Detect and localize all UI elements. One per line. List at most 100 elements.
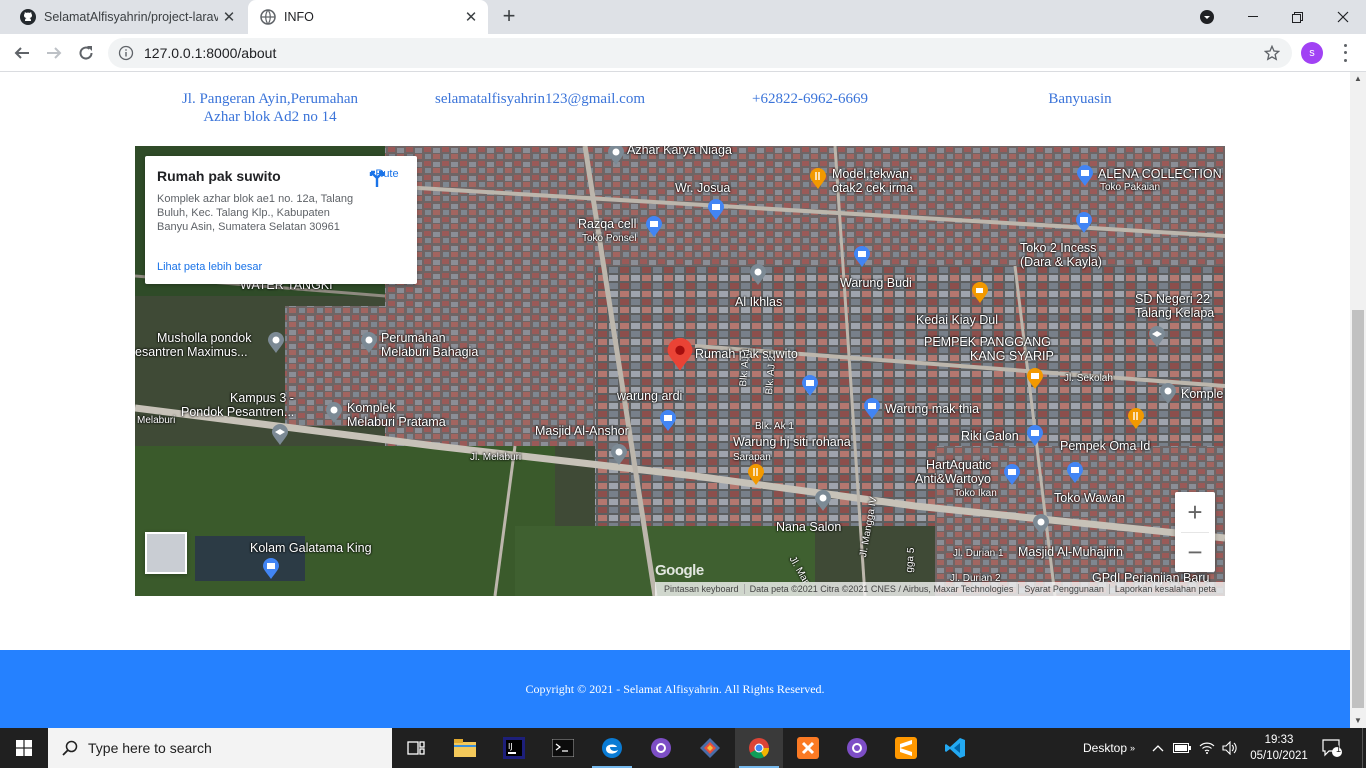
terms-link[interactable]: Syarat Penggunaan <box>1018 584 1109 594</box>
toolbar-chevron-icon[interactable]: » <box>1130 728 1135 768</box>
map-pin-icon[interactable] <box>360 332 378 354</box>
page-scrollbar[interactable]: ▲ ▼ <box>1350 72 1366 728</box>
shopping-pin-icon[interactable] <box>863 398 881 420</box>
shopping-pin-icon[interactable] <box>801 375 819 397</box>
map-label[interactable]: SD Negeri 22 <box>1135 293 1210 306</box>
restaurant-pin-icon[interactable] <box>1127 408 1145 430</box>
shopping-pin-icon[interactable] <box>853 246 871 268</box>
edge-icon[interactable] <box>588 728 636 768</box>
address-bar[interactable]: 127.0.0.1:8000/about <box>108 38 1292 68</box>
map-label[interactable]: Perumahan <box>381 332 446 345</box>
map-label[interactable]: Wr. Josua <box>675 182 730 195</box>
desktop-toolbar-label[interactable]: Desktop <box>1083 728 1127 768</box>
map-label[interactable]: Azhar Karya Niaga <box>627 146 732 157</box>
map-label[interactable]: Toko Wawan <box>1054 492 1125 505</box>
map-label[interactable]: HartAquatic <box>926 459 991 472</box>
shopping-pin-icon[interactable] <box>1066 462 1084 484</box>
network-icon[interactable] <box>1199 728 1215 768</box>
shopping-pin-icon[interactable] <box>645 216 663 238</box>
github-desktop-icon[interactable] <box>637 728 685 768</box>
task-view-icon[interactable] <box>392 728 440 768</box>
map-pin-icon[interactable] <box>1159 383 1177 405</box>
map-label[interactable]: Kedai Kiay Dul <box>916 314 998 327</box>
mosque-pin-icon[interactable] <box>610 444 628 466</box>
map-label[interactable]: ALENA COLLECTION <box>1098 168 1222 181</box>
file-explorer-icon[interactable] <box>441 728 489 768</box>
map-label[interactable]: Komplek <box>347 402 396 415</box>
mosque-pin-icon[interactable] <box>749 264 767 286</box>
profile-avatar[interactable]: s <box>1301 42 1323 64</box>
map-layer-toggle[interactable] <box>145 532 187 574</box>
shopping-pin-icon[interactable] <box>262 558 280 580</box>
sourcetree-icon[interactable] <box>686 728 734 768</box>
map-label[interactable]: Warung Budi <box>840 277 912 290</box>
tab-github[interactable]: SelamatAlfisyahrin/project-larave ✕ <box>8 0 246 34</box>
info-icon[interactable] <box>118 45 134 61</box>
contact-phone[interactable]: +62822-6962-6669 <box>720 90 900 108</box>
close-window-button[interactable] <box>1320 0 1366 34</box>
map-label[interactable]: Al Ikhlas <box>735 296 782 309</box>
map-pin-icon[interactable] <box>814 490 832 512</box>
close-tab-icon[interactable]: ✕ <box>218 6 240 28</box>
taskbar-search[interactable]: Type here to search <box>48 728 392 768</box>
school-pin-icon[interactable] <box>1148 326 1166 348</box>
map-label[interactable]: Musholla pondok <box>157 332 252 345</box>
notification-center-icon[interactable]: 1 <box>1322 728 1342 768</box>
shopping-pin-icon[interactable] <box>659 410 677 432</box>
show-desktop-button[interactable] <box>1362 728 1366 768</box>
vscode-icon[interactable] <box>931 728 979 768</box>
shopping-pin-icon[interactable] <box>1026 368 1044 390</box>
mosque-pin-icon[interactable] <box>267 332 285 354</box>
terminal-icon[interactable] <box>539 728 587 768</box>
minimize-button[interactable] <box>1230 0 1276 34</box>
start-button[interactable] <box>0 728 48 768</box>
battery-icon[interactable] <box>1173 728 1191 768</box>
view-larger-map-link[interactable]: Lihat peta lebih besar <box>157 261 262 273</box>
map-label[interactable]: Komple <box>1181 388 1223 401</box>
map-label[interactable]: Masjid Al-Muhajirin <box>1018 546 1123 559</box>
bookmark-star-icon[interactable] <box>1264 45 1280 61</box>
restaurant-pin-icon[interactable] <box>747 464 765 486</box>
scroll-down-icon[interactable]: ▼ <box>1350 714 1366 728</box>
map-label[interactable]: Kolam Galatama King <box>250 542 372 555</box>
map-label[interactable]: Model,tekwan, <box>832 168 913 181</box>
scrollbar-thumb[interactable] <box>1352 310 1364 708</box>
shopping-pin-icon[interactable] <box>1076 165 1094 187</box>
selected-location-pin-icon[interactable] <box>666 337 694 373</box>
show-hidden-icons-icon[interactable] <box>1152 728 1164 768</box>
tab-info[interactable]: INFO ✕ <box>248 0 488 34</box>
map-label[interactable]: otak2 cek irma <box>832 182 913 195</box>
map-pin-icon[interactable] <box>325 402 343 424</box>
new-tab-button[interactable]: + <box>497 5 521 29</box>
browser-menu-icon[interactable] <box>1340 42 1350 64</box>
forward-button[interactable] <box>40 39 68 67</box>
maximize-button[interactable] <box>1274 0 1320 34</box>
zoom-in-button[interactable]: + <box>1175 492 1215 532</box>
map-label[interactable]: warung ardi <box>617 390 682 403</box>
volume-icon[interactable] <box>1222 728 1238 768</box>
taskbar-clock[interactable]: 19:33 05/10/2021 <box>1248 732 1310 764</box>
intellij-icon[interactable]: IJ <box>490 728 538 768</box>
map-label[interactable]: Warung mak thia <box>885 403 979 416</box>
map-label[interactable]: Razqa cell <box>578 218 636 231</box>
map-label[interactable]: Kampus 3 - <box>230 392 294 405</box>
sublime-text-icon[interactable] <box>882 728 930 768</box>
directions-button[interactable]: Rute <box>367 168 407 187</box>
google-map[interactable]: Azhar Karya Niaga Wr. Josua Model,tekwan… <box>135 146 1225 596</box>
scroll-up-icon[interactable]: ▲ <box>1350 72 1366 86</box>
map-label[interactable]: Riki Galon <box>961 430 1019 443</box>
cafe-pin-icon[interactable] <box>971 282 989 304</box>
tab-search-icon[interactable] <box>1184 0 1230 34</box>
map-label[interactable]: Toko 2 Incess <box>1020 242 1096 255</box>
xampp-icon[interactable] <box>784 728 832 768</box>
shopping-pin-icon[interactable] <box>1075 212 1093 234</box>
keyboard-shortcuts-link[interactable]: Pintasan keyboard <box>659 584 744 594</box>
map-label[interactable]: Nana Salon <box>776 521 841 534</box>
chrome-icon[interactable] <box>735 728 783 768</box>
map-label[interactable]: Pempek Oma Id <box>1060 440 1150 453</box>
map-label[interactable]: Masjid Al-Anshor <box>535 425 629 438</box>
reload-button[interactable] <box>72 39 100 67</box>
contact-email[interactable]: selamatalfisyahrin123@gmail.com <box>410 90 670 108</box>
back-button[interactable] <box>8 39 36 67</box>
close-tab-icon[interactable]: ✕ <box>460 6 482 28</box>
